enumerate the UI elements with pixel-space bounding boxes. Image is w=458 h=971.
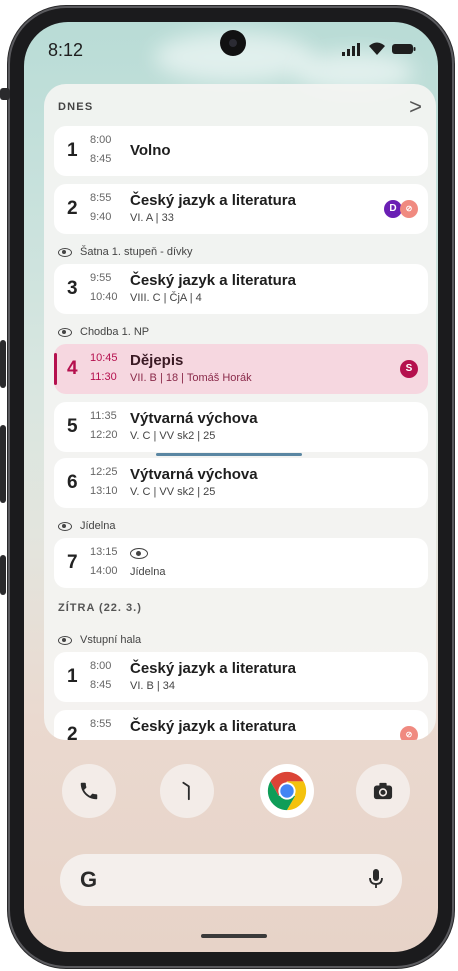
lesson-end: 8:45 (90, 153, 112, 165)
today-header: DNES (58, 101, 94, 113)
substitution-badge: S (400, 360, 418, 378)
lesson-detail: VI. B | 34 (130, 680, 176, 692)
eye-icon (58, 635, 72, 645)
lesson-end: 11:30 (90, 371, 117, 383)
google-logo: G (80, 867, 98, 892)
lesson-end: 13:10 (90, 485, 118, 497)
break-location: Chodba 1. NP (58, 322, 149, 342)
lesson-number: 1 (67, 140, 78, 161)
lesson-start: 11:35 (90, 410, 117, 422)
lesson-detail: Jídelna (130, 566, 166, 578)
camera-app[interactable] (356, 764, 410, 818)
lesson-number: 3 (67, 278, 78, 299)
front-camera (220, 30, 246, 56)
break-location: Šatna 1. stupeň - dívky (58, 242, 193, 262)
lesson-detail: VI. A | 33 (130, 212, 174, 224)
messages-icon (182, 781, 190, 801)
break-label: Jídelna (80, 520, 116, 532)
lesson-row[interactable]: 1 8:00 8:45 Český jazyk a literatura VI.… (54, 652, 428, 702)
chrome-icon (267, 771, 307, 811)
lesson-end: 12:20 (90, 429, 118, 441)
wifi-icon (369, 42, 385, 55)
lesson-subject: Český jazyk a literatura (130, 718, 296, 735)
break-label: Vstupní hala (80, 634, 142, 646)
camera-icon (373, 782, 393, 800)
widget-header: DNES > (44, 84, 436, 126)
phone-app[interactable] (62, 764, 116, 818)
lesson-start: 8:00 (90, 134, 112, 146)
lesson-subject: Dějepis (130, 352, 184, 369)
lesson-start: 13:15 (90, 546, 118, 558)
lesson-subject: Výtvarná výchova (130, 466, 258, 483)
lesson-start: 8:00 (90, 660, 112, 672)
break-label: Šatna 1. stupeň - dívky (80, 246, 193, 258)
messages-app[interactable] (160, 764, 214, 818)
side-button-1 (0, 340, 6, 388)
lesson-number: 1 (67, 666, 78, 687)
eye-icon (130, 548, 148, 559)
navigation-handle[interactable] (201, 934, 267, 938)
current-time-indicator (156, 453, 302, 456)
signal-icon (342, 42, 362, 56)
status-icons (342, 42, 416, 56)
break-label: Chodba 1. NP (80, 326, 150, 338)
schedule-widget[interactable]: DNES > 1 8:00 8:45 Volno 2 8:55 9:40 Čes… (44, 84, 436, 740)
power-button (0, 555, 6, 595)
break-location: Vstupní hala (58, 630, 141, 650)
chevron-right-icon[interactable]: > (409, 94, 422, 120)
lesson-row[interactable]: 3 9:55 10:40 Český jazyk a literatura VI… (54, 264, 428, 314)
lesson-end: 10:40 (90, 291, 118, 303)
side-button-top (0, 88, 10, 100)
lesson-start: 8:55 (90, 718, 112, 730)
lesson-row[interactable]: 2 8:55 Český jazyk a literatura ⊘ (54, 710, 428, 740)
lesson-end: 14:00 (90, 565, 118, 577)
lesson-detail: VIII. C | ČjA | 4 (130, 292, 202, 304)
lesson-row-current[interactable]: 4 10:45 11:30 Dějepis VII. B | 18 | Tomá… (54, 344, 428, 394)
lesson-start: 8:55 (90, 192, 112, 204)
phone-icon (80, 782, 98, 800)
lesson-detail: V. C | VV sk2 | 25 (130, 486, 216, 498)
lesson-subject: Český jazyk a literatura (130, 660, 296, 677)
eye-icon (58, 521, 72, 531)
app-dock (24, 764, 438, 834)
tomorrow-header: ZÍTRA (22. 3.) (58, 602, 142, 614)
lesson-end: 8:45 (90, 679, 112, 691)
no-entry-icon: ⊘ (400, 726, 418, 740)
chrome-app[interactable] (260, 764, 314, 818)
lesson-end: 9:40 (90, 211, 112, 223)
lesson-subject: Výtvarná výchova (130, 410, 258, 427)
lesson-start: 10:45 (90, 352, 118, 364)
screen: 8:12 DNES > 1 8:00 8:45 Volno 2 8:55 9:4… (24, 22, 438, 952)
lesson-subject: Český jazyk a literatura (130, 272, 296, 289)
lesson-subject: Volno (130, 142, 171, 159)
lesson-detail: VII. B | 18 | Tomáš Horák (130, 372, 252, 384)
lesson-start: 12:25 (90, 466, 118, 478)
break-location: Jídelna (58, 516, 115, 536)
eye-icon (58, 247, 72, 257)
status-time: 8:12 (48, 40, 84, 60)
lesson-row[interactable]: 5 11:35 12:20 Výtvarná výchova V. C | VV… (54, 402, 428, 452)
no-entry-icon: ⊘ (400, 200, 418, 218)
lesson-row[interactable]: 6 12:25 13:10 Výtvarná výchova V. C | VV… (54, 458, 428, 508)
lesson-row[interactable]: 7 13:15 14:00 Jídelna (54, 538, 428, 588)
lesson-row[interactable]: 2 8:55 9:40 Český jazyk a literatura VI.… (54, 184, 428, 234)
lesson-number: 6 (67, 472, 78, 493)
current-lesson-accent (54, 353, 57, 385)
lesson-subject: Český jazyk a literatura (130, 192, 296, 209)
lesson-number: 2 (67, 198, 78, 219)
lesson-subject (130, 546, 148, 563)
battery-icon (392, 44, 416, 54)
lesson-number: 4 (67, 358, 78, 379)
google-search-bar[interactable]: G (60, 854, 402, 906)
microphone-icon[interactable] (368, 867, 384, 891)
lesson-number: 7 (67, 552, 78, 573)
eye-icon (58, 327, 72, 337)
lesson-detail: V. C | VV sk2 | 25 (130, 430, 216, 442)
status-bar: 8:12 (24, 22, 438, 82)
lesson-number: 2 (67, 724, 78, 740)
lesson-start: 9:55 (90, 272, 112, 284)
lesson-row[interactable]: 1 8:00 8:45 Volno (54, 126, 428, 176)
lesson-number: 5 (67, 416, 78, 437)
volume-button (0, 425, 6, 503)
